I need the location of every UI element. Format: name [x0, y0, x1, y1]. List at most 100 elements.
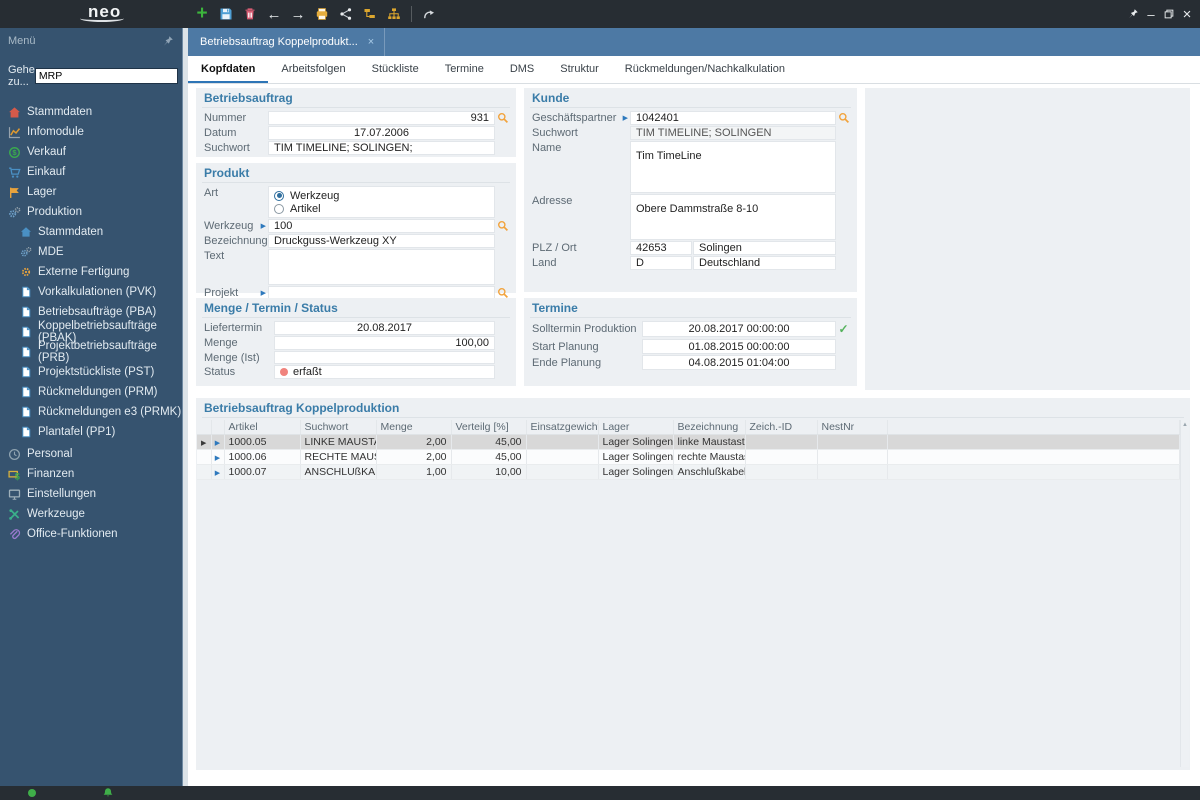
tab-termine[interactable]: Termine: [432, 56, 497, 83]
panel-koppelproduktion: Betriebsauftrag Koppelproduktion Artikel…: [196, 398, 1190, 770]
field-nummer: Nummer 931: [202, 111, 510, 125]
sidebar-item-lager[interactable]: Lager: [0, 182, 182, 202]
search-icon[interactable]: [497, 220, 509, 232]
goto-input[interactable]: [34, 68, 178, 84]
panel-title: Betriebsauftrag: [202, 88, 510, 108]
menge-ist-field[interactable]: [274, 351, 495, 364]
sidebar-item-externe-fertigung[interactable]: Externe Fertigung: [0, 262, 182, 282]
col-zeich-id[interactable]: Zeich.-ID: [745, 420, 818, 435]
start-planung-field[interactable]: 01.08.2015 00:00:00: [642, 339, 836, 354]
row-expand-icon[interactable]: ▶: [215, 440, 220, 447]
sidebar-item-einkauf[interactable]: Einkauf: [0, 162, 182, 182]
nummer-field[interactable]: 931: [268, 111, 495, 125]
text-field[interactable]: [268, 249, 495, 285]
liefertermin-field[interactable]: 20.08.2017: [274, 321, 495, 335]
pin-button[interactable]: [1124, 3, 1142, 25]
radio-werkzeug[interactable]: Werkzeug: [274, 189, 489, 202]
table-row[interactable]: ▶ ▶ 1000.05 LINKE MAUSTASTE 2,00 45,00 L…: [197, 434, 1180, 450]
adresse-field[interactable]: Obere Dammstraße 8-10: [630, 194, 836, 240]
scroll-up-icon[interactable]: ▲: [1181, 420, 1189, 430]
plz-field[interactable]: 42653: [630, 241, 692, 255]
col-artikel[interactable]: Artikel: [224, 420, 301, 435]
notification-bell-icon[interactable]: [102, 787, 114, 799]
drilldown-arrow-icon[interactable]: ▶: [261, 289, 266, 297]
sidebar-item-projektstueckliste[interactable]: Projektstückliste (PST): [0, 362, 182, 382]
col-lager[interactable]: Lager: [598, 420, 674, 435]
datum-field[interactable]: 17.07.2006: [268, 126, 495, 140]
land-field[interactable]: Deutschland: [693, 256, 836, 270]
search-icon[interactable]: [497, 112, 509, 124]
sidebar-item-office-funktionen[interactable]: Office-Funktionen: [0, 524, 182, 544]
project-tree-button[interactable]: [358, 2, 382, 26]
sidebar-item-verkauf[interactable]: Verkauf: [0, 142, 182, 162]
drilldown-arrow-icon[interactable]: ▶: [623, 114, 628, 122]
tab-close-icon[interactable]: ×: [368, 36, 374, 48]
col-verteilg[interactable]: Verteilg [%]: [451, 420, 527, 435]
row-expand-icon[interactable]: ▶: [215, 470, 220, 477]
menge-field[interactable]: 100,00: [274, 336, 495, 350]
geschaeftspartner-field[interactable]: 1042401: [630, 111, 836, 125]
search-icon[interactable]: [838, 112, 850, 124]
tab-rueckmeldungen[interactable]: Rückmeldungen/Nachkalkulation: [612, 56, 798, 83]
table-scrollbar[interactable]: ▲: [1180, 420, 1189, 767]
sidebar-item-rueckmeldungen-e3[interactable]: Rückmeldungen e3 (PRMK): [0, 402, 182, 422]
document-icon: [20, 406, 32, 418]
solltermin-field[interactable]: 20.08.2017 00:00:00: [642, 321, 836, 337]
forward-action-button[interactable]: [417, 2, 441, 26]
sidebar-item-personal[interactable]: Personal: [0, 444, 182, 464]
sidebar-item-finanzen[interactable]: Finanzen: [0, 464, 182, 484]
sidebar-item-stammdaten[interactable]: Stammdaten: [0, 102, 182, 122]
drilldown-arrow-icon[interactable]: ▶: [261, 222, 266, 230]
suchwort-field[interactable]: TIM TIMELINE; SOLINGEN;: [268, 141, 495, 155]
table-row[interactable]: ▶ 1000.07 ANSCHLUßKABEL 1,00 10,00 Lager…: [197, 464, 1180, 480]
sidebar-item-rueckmeldungen[interactable]: Rückmeldungen (PRM): [0, 382, 182, 402]
back-button[interactable]: ←: [262, 2, 286, 26]
sidebar-item-infomodule[interactable]: Infomodule: [0, 122, 182, 142]
tab-stueckliste[interactable]: Stückliste: [359, 56, 432, 83]
bezeichnung-field[interactable]: Druckguss-Werkzeug XY: [268, 234, 495, 248]
tab-kopfdaten[interactable]: Kopfdaten: [188, 56, 269, 83]
land-code-field[interactable]: D: [630, 256, 692, 270]
tab-dms[interactable]: DMS: [497, 56, 547, 83]
minimize-button[interactable]: –: [1142, 3, 1160, 25]
sidebar-item-betriebsauftraege[interactable]: Betriebsaufträge (PBA): [0, 302, 182, 322]
sidebar-item-mde[interactable]: MDE: [0, 242, 182, 262]
radio-artikel[interactable]: Artikel: [274, 202, 489, 215]
name-field[interactable]: Tim TimeLine: [630, 141, 836, 193]
sidebar-item-produktion[interactable]: Produktion: [0, 202, 182, 222]
sidebar-item-projektbetriebsauftraege[interactable]: Projektbetriebsaufträge (PRB): [0, 340, 182, 364]
print-button[interactable]: [310, 2, 334, 26]
col-suchwort[interactable]: Suchwort: [300, 420, 377, 435]
col-nestnr[interactable]: NestNr: [817, 420, 888, 435]
ort-field[interactable]: Solingen: [693, 241, 836, 255]
tab-struktur[interactable]: Struktur: [547, 56, 612, 83]
sidebar-item-vorkalkulationen[interactable]: Vorkalkulationen (PVK): [0, 282, 182, 302]
sidebar-item-werkzeuge[interactable]: Werkzeuge: [0, 504, 182, 524]
delete-button[interactable]: [238, 2, 262, 26]
col-einsatzgewicht[interactable]: Einsatzgewicht [kg]: [526, 420, 599, 435]
close-icon: ×: [1182, 5, 1192, 23]
menu-list: Stammdaten Infomodule Verkauf Einkauf La…: [0, 102, 182, 544]
ende-planung-field[interactable]: 04.08.2015 01:04:00: [642, 355, 836, 370]
forward-button[interactable]: →: [286, 2, 310, 26]
table-row[interactable]: ▶ 1000.06 RECHTE MAUSTASTE 2,00 45,00 La…: [197, 449, 1180, 465]
tab-arbeitsfolgen[interactable]: Arbeitsfolgen: [268, 56, 358, 83]
sidebar-item-koppelbetriebsauftraege[interactable]: Koppelbetriebsaufträge (PBAK): [0, 320, 182, 344]
org-chart-button[interactable]: [382, 2, 406, 26]
sidebar-item-plantafel[interactable]: Plantafel (PP1): [0, 422, 182, 442]
row-expand-icon[interactable]: ▶: [215, 455, 220, 462]
field-menge-ist: Menge (Ist): [202, 351, 510, 364]
search-icon[interactable]: [497, 287, 509, 299]
col-bezeichnung[interactable]: Bezeichnung: [673, 420, 746, 435]
col-menge[interactable]: Menge: [376, 420, 452, 435]
werkzeug-field[interactable]: 100: [268, 219, 495, 233]
document-tab[interactable]: Betriebsauftrag Koppelprodukt... ×: [188, 28, 386, 56]
close-button[interactable]: ×: [1178, 3, 1196, 25]
new-button[interactable]: +: [190, 2, 214, 26]
sidebar-item-einstellungen[interactable]: Einstellungen: [0, 484, 182, 504]
save-button[interactable]: [214, 2, 238, 26]
restore-button[interactable]: [1160, 3, 1178, 25]
menu-pin-icon[interactable]: [162, 35, 174, 47]
sidebar-item-produktion-stammdaten[interactable]: Stammdaten: [0, 222, 182, 242]
share-button[interactable]: [334, 2, 358, 26]
